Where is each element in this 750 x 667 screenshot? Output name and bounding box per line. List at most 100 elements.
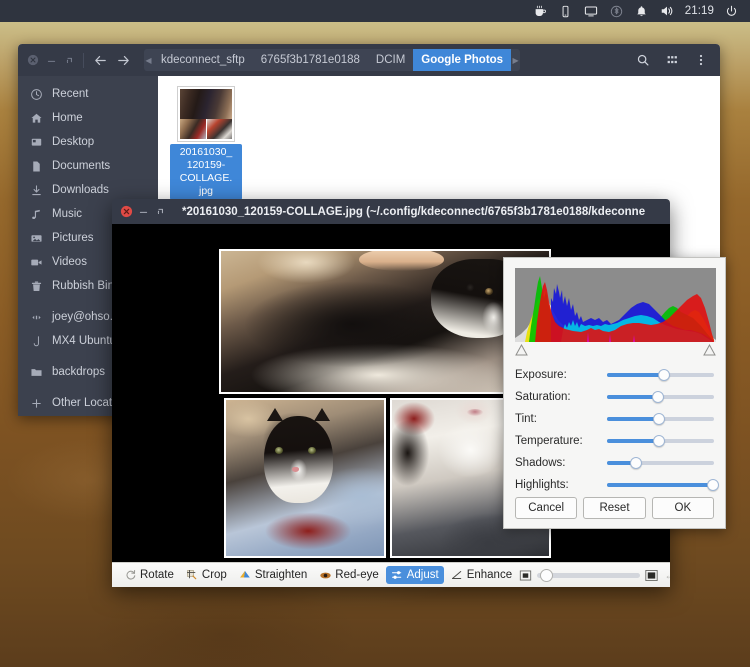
volume-icon[interactable] — [654, 0, 680, 22]
maximize-icon[interactable] — [152, 201, 169, 223]
cancel-button[interactable]: Cancel — [515, 497, 578, 519]
slider-row-exposure: Exposure: — [515, 364, 714, 386]
sidebar-item-label: Videos — [52, 256, 87, 268]
slider-label: Temperature: — [515, 435, 583, 447]
bluetooth-icon[interactable] — [604, 0, 629, 22]
slider-knob[interactable] — [629, 457, 642, 469]
minimize-icon[interactable] — [42, 49, 60, 71]
histogram-section — [515, 268, 716, 358]
adjust-dialog: Exposure: Saturation: Tint: Temperature:… — [503, 257, 726, 529]
tool-rotate[interactable]: Rotate — [119, 566, 179, 584]
sidebar-item-desktop[interactable]: Desktop — [18, 130, 158, 154]
temperature-slider[interactable] — [607, 434, 714, 448]
saturation-slider[interactable] — [607, 390, 714, 404]
rotate-icon — [124, 569, 137, 582]
highlights-slider[interactable] — [607, 478, 719, 492]
sidebar-item-home[interactable]: Home — [18, 106, 158, 130]
photo1-cat-eye — [485, 287, 494, 295]
photo2-eye-left — [274, 446, 283, 454]
sidebar-item-recent[interactable]: Recent — [18, 82, 158, 106]
tool-label: Rotate — [140, 569, 174, 581]
display-icon[interactable] — [578, 0, 604, 22]
slider-track-fill — [607, 483, 713, 487]
reset-button[interactable]: Reset — [583, 497, 646, 519]
view-grid-icon[interactable] — [658, 48, 685, 72]
black-point-handle[interactable] — [515, 343, 528, 356]
adjust-icon — [391, 569, 404, 582]
tool-label: Red-eye — [335, 569, 379, 581]
thumbnail-photo-top — [180, 89, 232, 119]
power-icon[interactable] — [719, 0, 744, 22]
minimize-icon[interactable] — [135, 201, 152, 223]
desktop-icon — [29, 135, 43, 149]
photo2-ear-left — [267, 407, 284, 421]
file-thumbnail — [177, 86, 235, 142]
breadcrumb-overflow-right[interactable]: ▶ — [511, 49, 520, 71]
previous-arrow-icon[interactable]: ← — [663, 568, 670, 582]
file-item-collage[interactable]: 20161030_ 120159- COLLAGE. jpg — [170, 86, 242, 200]
close-icon[interactable] — [24, 49, 42, 71]
image-large-icon[interactable] — [645, 569, 658, 582]
file-name-line-3: jpg — [198, 185, 213, 197]
top-panel: 21:19 — [0, 0, 750, 22]
exposure-slider[interactable] — [607, 368, 714, 382]
zoom-slider-knob[interactable] — [540, 568, 554, 582]
slider-knob[interactable] — [657, 369, 670, 381]
video-camera-icon — [29, 255, 43, 269]
image-small-icon[interactable] — [519, 569, 532, 582]
breadcrumb-item-2[interactable]: DCIM — [368, 49, 413, 71]
sidebar-item-documents[interactable]: Documents — [18, 154, 158, 178]
white-point-handle[interactable] — [703, 343, 716, 356]
maximize-icon[interactable] — [60, 49, 78, 71]
slider-knob[interactable] — [652, 391, 665, 403]
slider-track-fill — [607, 395, 659, 399]
slider-label: Tint: — [515, 413, 537, 425]
ok-button[interactable]: OK — [651, 497, 714, 519]
zoom-slider[interactable] — [537, 568, 641, 582]
breadcrumb-item-0[interactable]: kdeconnect_sftp — [153, 49, 253, 71]
sidebar-item-label: Music — [52, 208, 83, 220]
slider-row-tint: Tint: — [515, 408, 714, 430]
forward-arrow-icon[interactable] — [112, 49, 135, 71]
breadcrumb-overflow-left[interactable]: ◀ — [144, 49, 153, 71]
home-icon — [29, 111, 43, 125]
thumbnail-photo-bottom-left — [180, 119, 206, 139]
shadows-slider[interactable] — [607, 456, 714, 470]
sidebar-item-label: Documents — [52, 160, 111, 172]
slider-track-fill — [607, 417, 660, 421]
close-icon[interactable] — [118, 201, 135, 223]
clock-label[interactable]: 21:19 — [680, 5, 719, 17]
breadcrumb-item-1[interactable]: 6765f3b1781e0188 — [253, 49, 368, 71]
toolbar-right-group: ← → — [519, 568, 670, 582]
sidebar-item-label: Pictures — [52, 232, 94, 244]
sidebar-item-label: MX4 Ubuntu — [52, 335, 116, 347]
tool-crop[interactable]: Crop — [181, 566, 232, 584]
sidebar-item-label: Recent — [52, 88, 89, 100]
slider-knob[interactable] — [653, 413, 666, 425]
plus-icon — [29, 396, 43, 410]
file-manager-headerbar: ◀ kdeconnect_sftp 6765f3b1781e0188 DCIM … — [18, 44, 720, 76]
collage-image — [219, 224, 551, 562]
tint-slider[interactable] — [607, 412, 714, 426]
coffee-cup-icon[interactable] — [528, 0, 553, 22]
photo2-ear-right — [314, 407, 331, 421]
bell-icon[interactable] — [629, 0, 654, 22]
search-icon[interactable] — [629, 48, 656, 72]
tool-straighten[interactable]: Straighten — [234, 566, 312, 584]
back-arrow-icon[interactable] — [89, 49, 112, 71]
breadcrumb-item-3[interactable]: Google Photos — [413, 49, 512, 71]
folder-icon — [29, 365, 43, 379]
tool-enhance[interactable]: Enhance — [446, 566, 517, 584]
sidebar-item-label: Home — [52, 112, 83, 124]
photo2-eye-right — [308, 446, 317, 454]
photo2-cat-face — [263, 415, 334, 503]
slider-knob[interactable] — [653, 435, 666, 447]
phone-icon[interactable] — [553, 0, 578, 22]
thumbnail-photo-bottom-right — [206, 119, 232, 139]
rgb-histogram — [515, 268, 716, 342]
tool-adjust[interactable]: Adjust — [385, 566, 444, 584]
menu-dots-icon[interactable] — [687, 48, 714, 72]
slider-knob[interactable] — [706, 479, 719, 491]
histogram-handles — [515, 342, 716, 358]
tool-red-eye[interactable]: Red-eye — [314, 566, 383, 584]
